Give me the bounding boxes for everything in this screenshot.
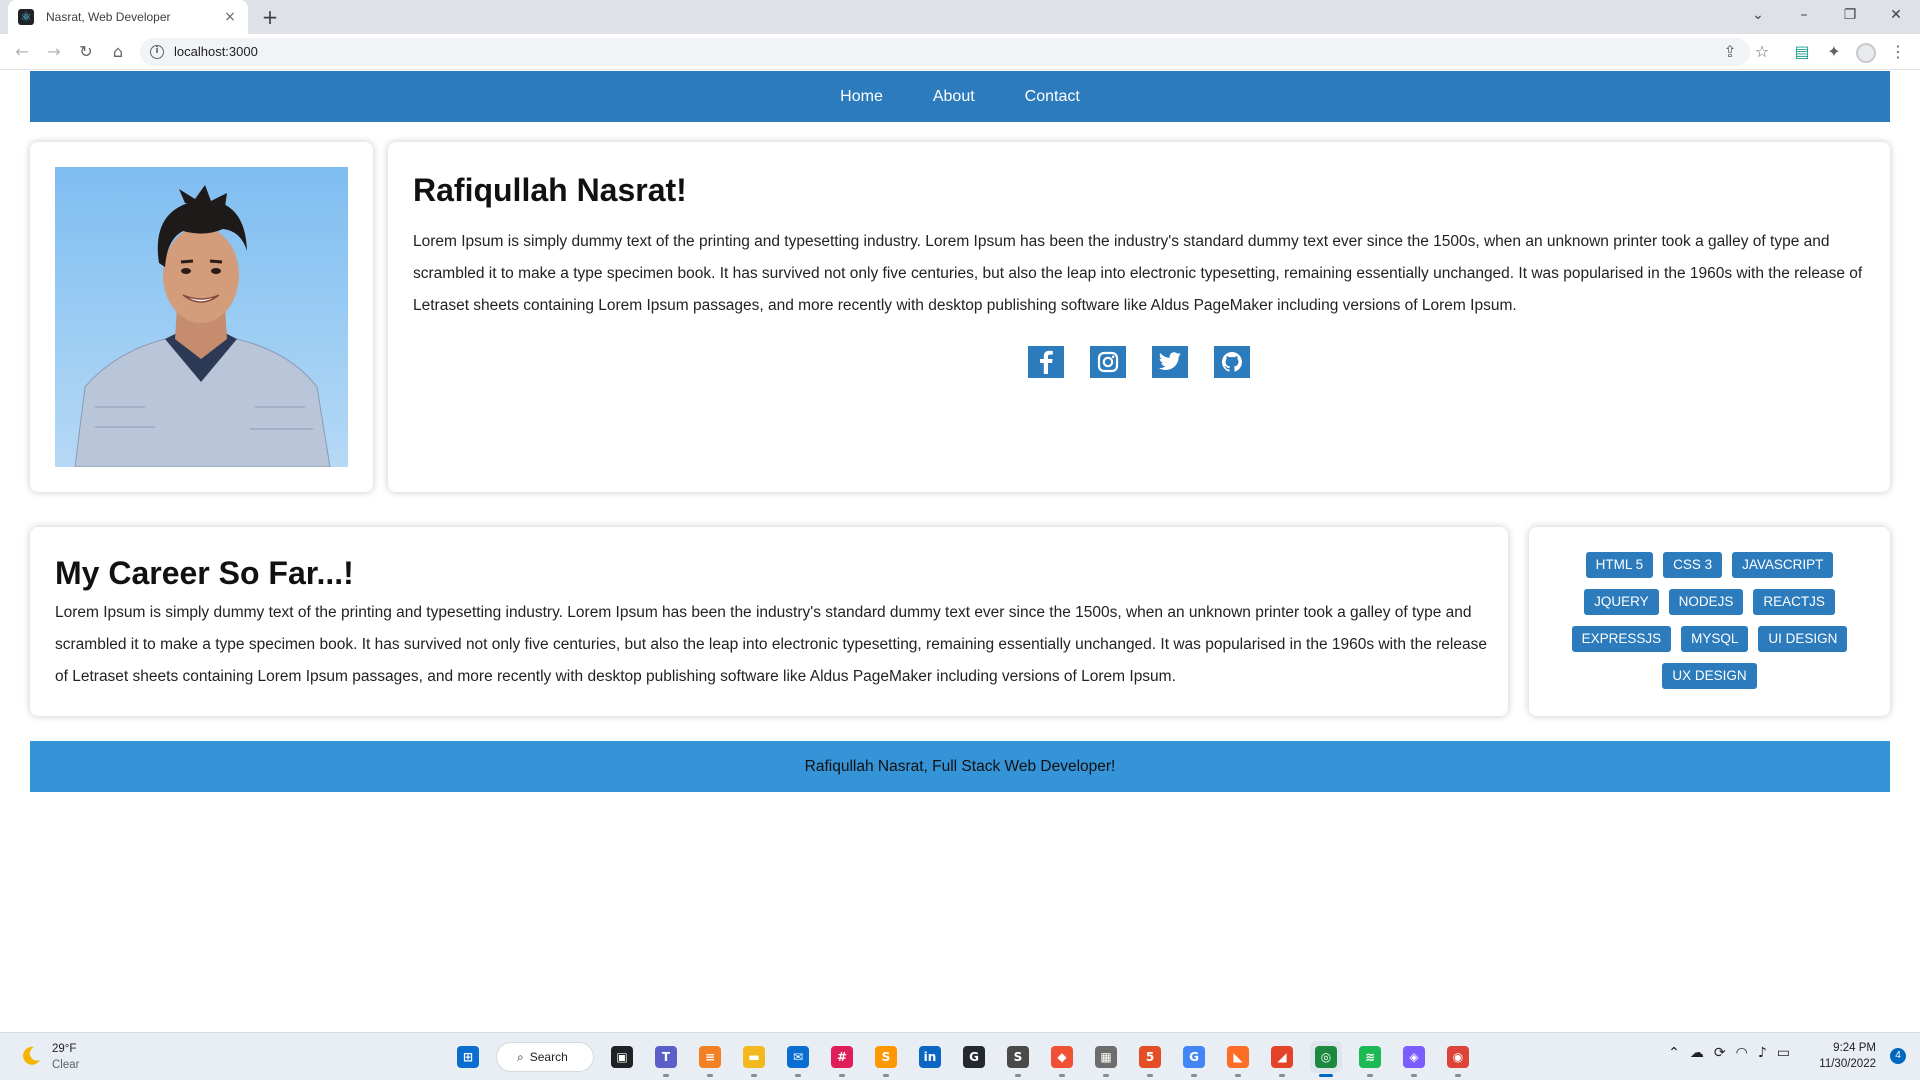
app-store-icon[interactable]: ◈ [1398,1041,1430,1077]
site-footer: Rafiqullah Nasrat, Full Stack Web Develo… [30,741,1890,792]
weather-condition[interactable]: Clear [52,1059,79,1071]
weather-temperature[interactable]: 29°F [52,1043,76,1055]
windows-start-icon[interactable]: ⊞ [452,1041,484,1073]
sublime-text-icon[interactable]: S [870,1041,902,1077]
search-icon: ⌕ [517,1049,524,1064]
linkedin-icon[interactable]: in [914,1041,946,1073]
career-heading: My Career So Far...! [55,555,354,591]
bio-paragraph: Lorem Ipsum is simply dummy text of the … [413,233,1863,314]
profile-photo-card [30,142,373,492]
skill-badge: REACTJS [1753,589,1835,615]
system-tray: ⌃ ☁ ⟳ ◠ ♪ ▭ [1668,1045,1790,1061]
tab-list-icon[interactable]: ⌄ [1738,0,1778,30]
restore-button[interactable]: ❐ [1830,0,1870,30]
taskbar-search[interactable]: ⌕ Search [496,1042,594,1072]
share-icon[interactable]: ⇪ [1718,40,1742,64]
skill-badge: EXPRESSJS [1571,626,1672,652]
browser-toolbar: ← → ↻ ⌂ i localhost:3000 ⇪ ☆ ▤ ✦ ⋮ [0,34,1920,70]
home-icon[interactable]: ⌂ [106,40,130,64]
close-window-button[interactable]: ✕ [1876,0,1916,30]
windows-taskbar: 29°F Clear ⊞ ⌕ Search ▣ T ≡ ▬ ✉ # Sin G S ◆ ▦ 5 G ◣ ◢ ◎ ≋ ◈ ◉… [0,1032,1920,1080]
forward-icon[interactable]: → [42,40,66,64]
clock-date[interactable]: 11/30/2022 [1819,1058,1876,1070]
skill-badge: HTML 5 [1585,552,1654,578]
site-navbar: Home About Contact [30,71,1890,122]
facebook-icon[interactable] [1028,346,1064,378]
wifi-icon[interactable]: ◠ [1736,1045,1748,1061]
search-label: Search [529,1050,568,1064]
skills-list: HTML 5 CSS 3 JAVASCRIPT JQUERY NODEJS RE… [1549,552,1870,689]
github-desktop-icon[interactable]: G [958,1041,990,1073]
url-text[interactable]: localhost:3000 [174,44,258,59]
menu-icon[interactable]: ⋮ [1886,40,1910,64]
nav-about-link[interactable]: About [933,88,975,106]
career-paragraph: Lorem Ipsum is simply dummy text of the … [55,604,1487,685]
skill-badge: MYSQL [1681,626,1749,652]
slack-icon[interactable]: # [826,1041,858,1077]
html-editor-icon[interactable]: 5 [1134,1041,1166,1077]
reload-icon[interactable]: ↻ [74,40,98,64]
minimize-button[interactable]: – [1784,0,1824,30]
twitter-icon[interactable] [1152,346,1188,378]
app-icon[interactable]: ▦ [1090,1041,1122,1077]
spotify-icon[interactable]: ≋ [1354,1041,1386,1077]
profile-photo [55,167,348,467]
battery-icon[interactable]: ▭ [1777,1045,1790,1061]
skills-card: HTML 5 CSS 3 JAVASCRIPT JQUERY NODEJS RE… [1529,527,1890,716]
close-tab-icon[interactable]: × [222,9,238,25]
taskbar-apps: ⊞ ⌕ Search ▣ T ≡ ▬ ✉ # Sin G S ◆ ▦ 5 G ◣ ◢ ◎ ≋ ◈ ◉ [452,1041,1474,1077]
new-tab-button[interactable]: + [258,5,282,29]
site-info-icon[interactable]: i [150,45,164,59]
file-explorer-icon[interactable]: ▬ [738,1041,770,1077]
profile-avatar-icon[interactable] [1856,43,1876,63]
mail-icon[interactable]: ✉ [782,1041,814,1077]
gitlab-icon[interactable]: ◣ [1222,1041,1254,1077]
gitlab-alt-icon[interactable]: ◢ [1266,1041,1298,1077]
nav-home-link[interactable]: Home [840,88,883,106]
teams-icon[interactable]: T [650,1041,682,1077]
social-links [388,346,1890,378]
github-icon[interactable] [1214,346,1250,378]
chrome-canary-icon[interactable]: ◎ [1310,1041,1342,1077]
address-bar[interactable]: i localhost:3000 [140,38,1750,66]
git-icon[interactable]: ◆ [1046,1041,1078,1077]
skill-badge: CSS 3 [1663,552,1723,578]
extension-icon[interactable]: ▤ [1790,40,1814,64]
chrome-icon[interactable]: ◉ [1442,1041,1474,1077]
back-icon[interactable]: ← [10,40,34,64]
stackoverflow-icon[interactable]: ≡ [694,1041,726,1077]
task-view-icon[interactable]: ▣ [606,1041,638,1073]
footer-text: Rafiqullah Nasrat, Full Stack Web Develo… [804,757,1116,775]
clock-time[interactable]: 9:24 PM [1833,1042,1876,1054]
volume-icon[interactable]: ♪ [1758,1045,1767,1061]
bio-card: Rafiqullah Nasrat! Lorem Ipsum is simply… [388,142,1890,492]
career-card: My Career So Far...! Lorem Ipsum is simp… [30,527,1508,716]
sync-icon[interactable]: ⟳ [1714,1045,1726,1061]
bookmark-star-icon[interactable]: ☆ [1750,40,1774,64]
notification-badge[interactable]: 4 [1890,1048,1906,1064]
skill-badge: UX DESIGN [1662,663,1757,689]
show-hidden-icons[interactable]: ⌃ [1668,1045,1680,1061]
portrait-illustration [74,185,331,467]
browser-tab[interactable]: ⚛ Nasrat, Web Developer × [8,0,248,34]
skill-badge: UI DESIGN [1758,626,1848,652]
sourcetree-icon[interactable]: S [1002,1041,1034,1077]
skill-badge: JAVASCRIPT [1732,552,1834,578]
profile-name-heading: Rafiqullah Nasrat! [413,172,687,208]
extensions-puzzle-icon[interactable]: ✦ [1822,40,1846,64]
tab-title: Nasrat, Web Developer [46,10,171,24]
nav-contact-link[interactable]: Contact [1025,88,1080,106]
react-favicon-icon: ⚛ [18,9,34,25]
skill-badge: NODEJS [1668,589,1744,615]
instagram-icon[interactable] [1090,346,1126,378]
google-icon[interactable]: G [1178,1041,1210,1077]
browser-tab-bar: ⚛ Nasrat, Web Developer × + ⌄ – ❐ ✕ [0,0,1920,34]
moon-weather-icon[interactable] [20,1045,42,1067]
onedrive-icon[interactable]: ☁ [1690,1045,1704,1061]
skill-badge: JQUERY [1584,589,1659,615]
